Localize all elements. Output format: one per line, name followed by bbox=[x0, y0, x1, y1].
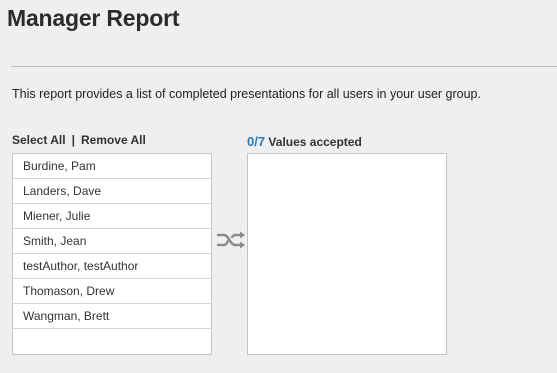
list-item[interactable]: Smith, Jean bbox=[13, 229, 211, 254]
accepted-values-list[interactable] bbox=[247, 153, 447, 355]
list-item[interactable]: Wangman, Brett bbox=[13, 304, 211, 329]
list-item[interactable]: Miener, Julie bbox=[13, 204, 211, 229]
list-item[interactable]: Thomason, Drew bbox=[13, 279, 211, 304]
select-all-link[interactable]: Select All bbox=[12, 133, 66, 147]
list-item[interactable]: Burdine, Pam bbox=[13, 154, 211, 179]
list-item[interactable]: Landers, Dave bbox=[13, 179, 211, 204]
list-item[interactable]: testAuthor, testAuthor bbox=[13, 254, 211, 279]
shuffle-swap-icon[interactable] bbox=[216, 231, 246, 249]
selection-controls: Select All | Remove All bbox=[12, 133, 146, 147]
accepted-values-header: 0/7 Values accepted bbox=[247, 134, 362, 149]
remove-all-link[interactable]: Remove All bbox=[81, 133, 146, 147]
header-divider bbox=[11, 66, 557, 67]
accepted-count: 0/7 bbox=[247, 134, 266, 149]
accepted-label: Values accepted bbox=[268, 135, 362, 149]
controls-separator: | bbox=[71, 133, 75, 147]
available-users-list[interactable]: Burdine, Pam Landers, Dave Miener, Julie… bbox=[12, 153, 212, 355]
page-title: Manager Report bbox=[7, 5, 180, 31]
report-description: This report provides a list of completed… bbox=[12, 87, 481, 101]
